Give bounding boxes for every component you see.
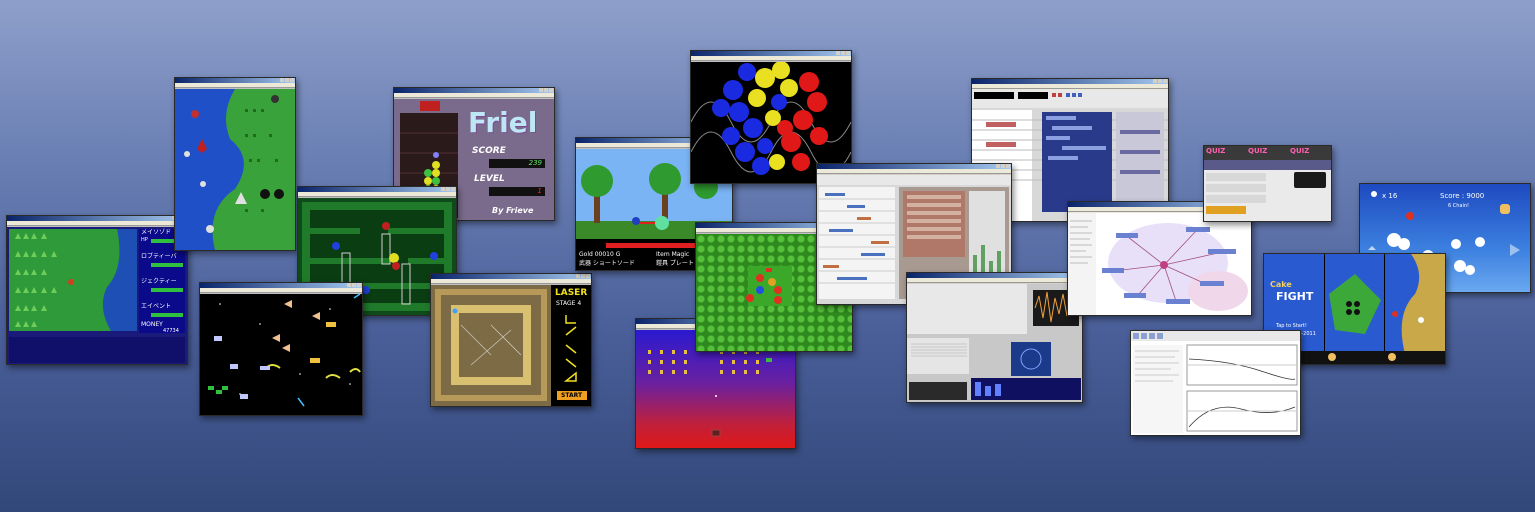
quiz-question-bar [1204, 160, 1331, 170]
options-icon[interactable] [1388, 353, 1396, 361]
friel-logo: Friel [468, 106, 538, 139]
maze-titlebar[interactable] [298, 187, 456, 192]
rpg-menubar[interactable] [7, 221, 187, 226]
shooter-menubar[interactable] [175, 83, 295, 88]
audio-ui [907, 284, 1081, 400]
audio-content [907, 284, 1082, 402]
island-shooter-window[interactable] [174, 77, 296, 251]
shooter-map [184, 89, 295, 250]
rpg-money-label: MONEY [141, 321, 163, 328]
laser-menubar[interactable] [431, 279, 591, 284]
friel-level-label: LEVEL [474, 174, 505, 184]
rpg-char1-name: メイソゾド [141, 229, 172, 236]
menu-icon[interactable] [1328, 353, 1336, 361]
cakefight-tap[interactable]: Tap to Start! [1276, 324, 1307, 329]
scroller-weapon: 武器 ショートソード [579, 260, 635, 267]
analysis-ui [1131, 331, 1300, 433]
audio-titlebar[interactable] [907, 273, 1082, 278]
quiz-answer-row[interactable] [1206, 184, 1266, 192]
rpg-money-value: 47734 [163, 328, 179, 334]
friel-menubar[interactable] [394, 93, 554, 98]
cakefight-panel-right [1385, 254, 1445, 354]
shooter-content [175, 89, 295, 250]
mindmap-content [1068, 213, 1251, 315]
friel-score-box: 239 [489, 159, 545, 168]
quiz-answer-row[interactable] [1206, 195, 1266, 203]
scroller-item: Item Magic [656, 251, 690, 258]
cakefight-logo: FIGHT [1276, 290, 1314, 303]
rpg-hp-bar [151, 313, 183, 317]
quiz-answer-row[interactable] [1206, 173, 1266, 181]
seqtop-menubar[interactable] [972, 84, 1168, 89]
friel-next-piece [420, 101, 440, 111]
quiz-popup [1294, 172, 1326, 188]
laser-content: LASER STAGE 4 START [431, 285, 591, 406]
cakefight-panel-mid [1325, 254, 1384, 354]
laser-sidebar: LASER STAGE 4 START [552, 285, 591, 406]
friel-level-value: 1 [537, 187, 542, 195]
analysis-window[interactable] [1130, 330, 1301, 436]
quiz-tab-2[interactable]: QUIZ [1248, 148, 1267, 155]
shooter-titlebar[interactable] [175, 78, 295, 83]
bubbles-titlebar[interactable] [691, 51, 851, 56]
space-shooter-window[interactable] [199, 282, 363, 416]
analysis-content [1131, 331, 1300, 435]
laser-start-button[interactable]: START [557, 391, 587, 400]
rpg-hp-bar [151, 263, 183, 267]
laser-stage: STAGE 4 [556, 300, 582, 307]
cakefight-logo-top: Cake [1270, 280, 1292, 289]
space-field [208, 294, 361, 407]
scroller-armor: 鎧具 プレート [656, 260, 694, 267]
quiz-tab-1[interactable]: QUIZ [1206, 148, 1225, 155]
quiz-answer-row-selected[interactable] [1206, 206, 1246, 214]
rpg-hp-label: HP [141, 237, 148, 243]
rpg-char2-name: ロブティーバ [141, 253, 177, 260]
quiz-answer-list[interactable] [1204, 170, 1331, 221]
bubbles-menubar[interactable] [691, 56, 851, 61]
laser-start-label: START [561, 392, 583, 399]
friel-level-box: 1 [489, 187, 545, 196]
laser-window[interactable]: LASER STAGE 4 START [430, 273, 592, 407]
rpg-hp-bar [151, 288, 183, 292]
maze-menubar[interactable] [298, 192, 456, 197]
space-content [200, 294, 362, 415]
rpg-char4-name: エイベント [141, 303, 172, 310]
space-titlebar[interactable] [200, 283, 362, 288]
dawmix-menubar[interactable] [817, 169, 1011, 174]
quiz-tab-3[interactable]: QUIZ [1290, 148, 1309, 155]
space-menubar[interactable] [200, 288, 362, 293]
rpg-content: メイソゾド HP ロブティーバ ジェクティー エイベント MONEY 47734 [7, 227, 187, 364]
mindmap-canvas [1068, 213, 1248, 315]
friel-credit: By Frieve [492, 206, 534, 215]
rpg-field-window[interactable]: メイソゾド HP ロブティーバ ジェクティー エイベント MONEY 47734 [6, 215, 188, 365]
quiz-window[interactable]: QUIZ QUIZ QUIZ [1203, 145, 1332, 222]
seqtop-titlebar[interactable] [972, 79, 1168, 84]
scroller-gold: Gold 00010 G [579, 251, 621, 258]
laser-titlebar[interactable] [431, 274, 591, 279]
friel-score-value: 239 [528, 159, 542, 167]
friel-score-label: SCORE [472, 146, 506, 156]
quiz-content: QUIZ QUIZ QUIZ [1204, 146, 1331, 221]
laser-title: LASER [555, 288, 588, 298]
rpg-titlebar[interactable] [7, 216, 187, 221]
friel-titlebar[interactable] [394, 88, 554, 93]
dawmix-titlebar[interactable] [817, 164, 1011, 169]
rpg-char3-name: ジェクティー [141, 278, 177, 285]
laser-board [431, 285, 551, 406]
audio-editor-window[interactable] [906, 272, 1083, 403]
quiz-header: QUIZ QUIZ QUIZ [1204, 146, 1331, 160]
laser-tool-palette[interactable] [564, 313, 578, 385]
audio-menubar[interactable] [907, 278, 1082, 283]
